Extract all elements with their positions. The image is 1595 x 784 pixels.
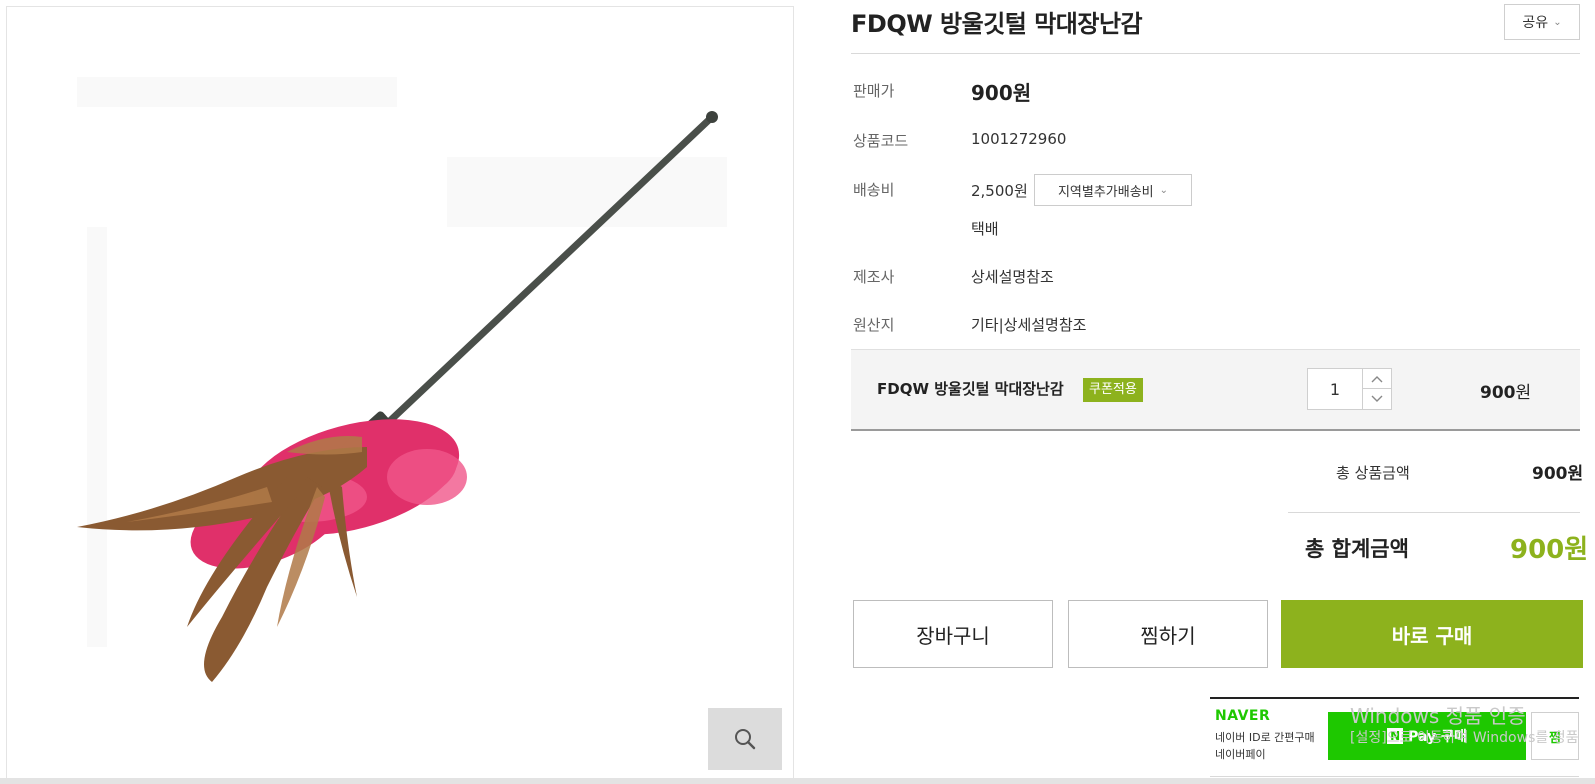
- price-label: 판매가: [853, 82, 895, 100]
- windows-activation-watermark-text: [설정]으로 이동하여 Windows를 정품: [1350, 730, 1579, 746]
- regional-shipping-label: 지역별추가배송비: [1057, 184, 1154, 200]
- share-button[interactable]: 공유 ⌄: [1504, 4, 1580, 40]
- chevron-down-icon: ⌄: [1553, 16, 1562, 28]
- horizontal-scrollbar[interactable]: [0, 778, 1595, 784]
- coupon-badge: 쿠폰적용: [1083, 378, 1143, 402]
- quantity-decrease-button[interactable]: [1362, 388, 1392, 410]
- naver-description: 네이버 ID로 간편구매: [1215, 731, 1315, 744]
- product-image-panel: [6, 6, 794, 781]
- shipping-method: 택배: [971, 220, 999, 238]
- origin-label: 원산지: [853, 316, 895, 334]
- magnifier-icon: [735, 729, 756, 750]
- naver-pay-name: 네이버페이: [1215, 748, 1266, 761]
- price-value: 900원: [971, 81, 1032, 105]
- wishlist-button[interactable]: 찜하기: [1068, 600, 1268, 668]
- product-code-label: 상품코드: [853, 132, 909, 150]
- total-label: 총 합계금액: [1305, 537, 1409, 561]
- option-price-unit: 원: [1515, 383, 1532, 403]
- regional-shipping-select[interactable]: 지역별추가배송비 ⌄: [1034, 174, 1192, 206]
- subtotal-value: 900원: [1532, 464, 1584, 484]
- cart-button[interactable]: 장바구니: [853, 600, 1053, 668]
- origin-value: 기타|상세설명참조: [971, 316, 1087, 334]
- maker-label: 제조사: [853, 268, 895, 286]
- maker-value: 상세설명참조: [971, 268, 1054, 286]
- naver-pay-top-border: [1210, 697, 1579, 699]
- product-code-value: 1001272960: [971, 130, 1067, 148]
- option-name: FDQW 방울깃털 막대장난감: [877, 380, 1064, 398]
- product-title: FDQW 방울깃털 막대장난감: [851, 10, 1143, 38]
- buy-now-button[interactable]: 바로 구매: [1281, 600, 1583, 668]
- chevron-down-icon: ⌄: [1159, 184, 1169, 196]
- chevron-up-icon: [1371, 375, 1383, 382]
- zoom-button[interactable]: [708, 708, 782, 770]
- naver-logo: NAVER: [1215, 708, 1271, 724]
- title-divider: [851, 53, 1580, 54]
- windows-activation-watermark-title: Windows 정품 인증: [1350, 704, 1526, 728]
- total-value: 900원: [1510, 535, 1589, 565]
- option-price: 900원: [1480, 378, 1531, 403]
- shipping-value: 2,500원: [971, 182, 1028, 200]
- shipping-label: 배송비: [853, 181, 895, 199]
- naver-pay-bottom-border: [1210, 776, 1579, 777]
- quantity-increase-button[interactable]: [1362, 368, 1392, 389]
- product-image: [77, 77, 727, 682]
- share-label: 공유: [1522, 15, 1549, 31]
- quantity-input[interactable]: [1307, 368, 1363, 410]
- subtotal-label: 총 상품금액: [1336, 464, 1410, 482]
- total-divider: [1288, 512, 1580, 513]
- chevron-down-icon: [1371, 395, 1383, 402]
- option-price-number: 900: [1480, 383, 1516, 403]
